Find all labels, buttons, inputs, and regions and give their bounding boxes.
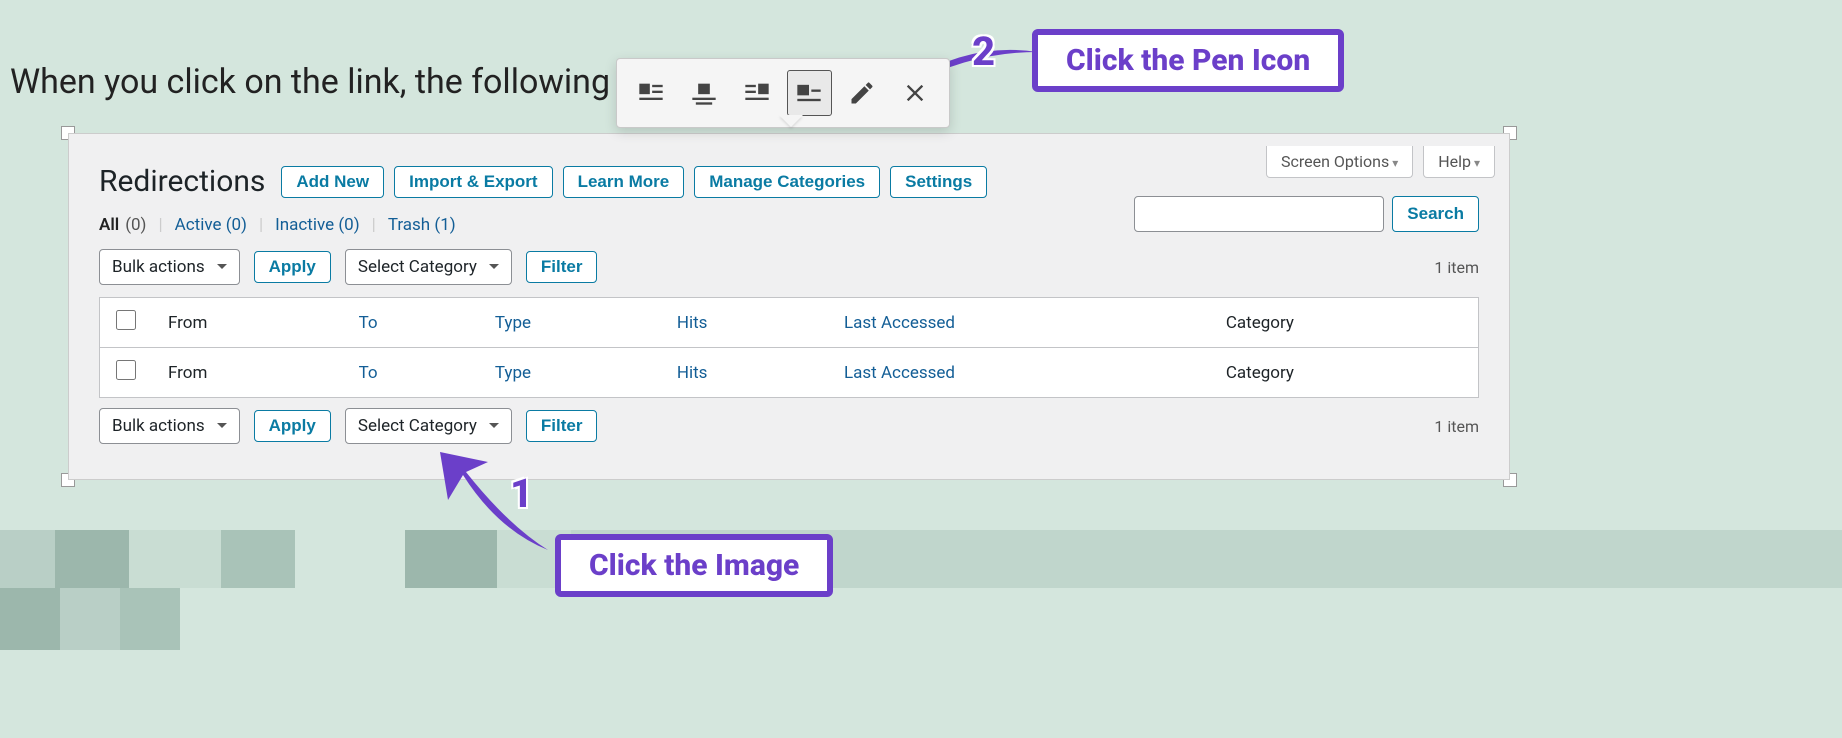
- search-input[interactable]: [1134, 196, 1384, 232]
- col-hits[interactable]: Hits: [661, 298, 828, 348]
- items-count-bottom: 1 item: [1434, 417, 1479, 436]
- cell-to[interactable]: To: [343, 348, 479, 398]
- image-edit-toolbar: [616, 58, 950, 128]
- arrow-1: [438, 450, 558, 564]
- screen-options-tab[interactable]: Screen Options: [1266, 146, 1413, 178]
- annotation-number-2: 2: [972, 28, 995, 75]
- category-select[interactable]: Select Category: [345, 249, 512, 285]
- table-row: From To Type Hits Last Accessed Category: [100, 348, 1479, 398]
- remove-icon[interactable]: [892, 70, 937, 116]
- align-center-icon[interactable]: [682, 70, 727, 116]
- page-title: Redirections: [99, 164, 265, 199]
- align-none-icon[interactable]: [787, 70, 832, 116]
- cell-from: From: [152, 348, 343, 398]
- filter-inactive[interactable]: Inactive (0): [275, 215, 360, 235]
- items-count: 1 item: [1434, 258, 1479, 277]
- filter-active[interactable]: Active (0): [175, 215, 247, 235]
- cell-last[interactable]: Last Accessed: [828, 348, 1210, 398]
- import-export-button[interactable]: Import & Export: [394, 166, 552, 198]
- col-to[interactable]: To: [343, 298, 479, 348]
- selected-image[interactable]: Screen Options Help Redirections Add New…: [68, 133, 1510, 480]
- manage-categories-button[interactable]: Manage Categories: [694, 166, 880, 198]
- select-all-checkbox[interactable]: [116, 310, 136, 330]
- cell-category: Category: [1210, 348, 1479, 398]
- filter-all[interactable]: All: [99, 215, 119, 235]
- filter-button-bottom[interactable]: Filter: [526, 410, 598, 442]
- help-tab[interactable]: Help: [1423, 146, 1495, 178]
- wp-admin-panel: Screen Options Help Redirections Add New…: [68, 133, 1510, 480]
- col-from: From: [152, 298, 343, 348]
- callout-click-image: Click the Image: [555, 534, 833, 597]
- apply-bulk-button-bottom[interactable]: Apply: [254, 410, 331, 442]
- callout-click-pen: Click the Pen Icon: [1032, 29, 1344, 92]
- pixel-row-1: [0, 530, 1842, 588]
- table-header-row: From To Type Hits Last Accessed Category: [100, 298, 1479, 348]
- pencil-icon[interactable]: [840, 70, 885, 116]
- col-type[interactable]: Type: [479, 298, 661, 348]
- apply-bulk-button[interactable]: Apply: [254, 251, 331, 283]
- learn-more-button[interactable]: Learn More: [563, 166, 685, 198]
- bulk-actions-select[interactable]: Bulk actions: [99, 249, 240, 285]
- col-last[interactable]: Last Accessed: [828, 298, 1210, 348]
- redirections-table: From To Type Hits Last Accessed Category…: [99, 297, 1479, 398]
- align-right-icon[interactable]: [734, 70, 779, 116]
- cell-type[interactable]: Type: [479, 348, 661, 398]
- intro-text: When you click on the link, the followin…: [10, 62, 636, 102]
- col-category: Category: [1210, 298, 1479, 348]
- category-select-bottom[interactable]: Select Category: [345, 408, 512, 444]
- cell-hits[interactable]: Hits: [661, 348, 828, 398]
- row-checkbox[interactable]: [116, 360, 136, 380]
- filter-button[interactable]: Filter: [526, 251, 598, 283]
- filter-trash[interactable]: Trash (1): [388, 215, 456, 235]
- pixel-row-2: [0, 588, 180, 650]
- bulk-actions-select-bottom[interactable]: Bulk actions: [99, 408, 240, 444]
- annotation-number-1: 1: [510, 470, 533, 517]
- align-left-icon[interactable]: [629, 70, 674, 116]
- settings-button[interactable]: Settings: [890, 166, 987, 198]
- search-button[interactable]: Search: [1392, 196, 1479, 232]
- add-new-button[interactable]: Add New: [281, 166, 384, 198]
